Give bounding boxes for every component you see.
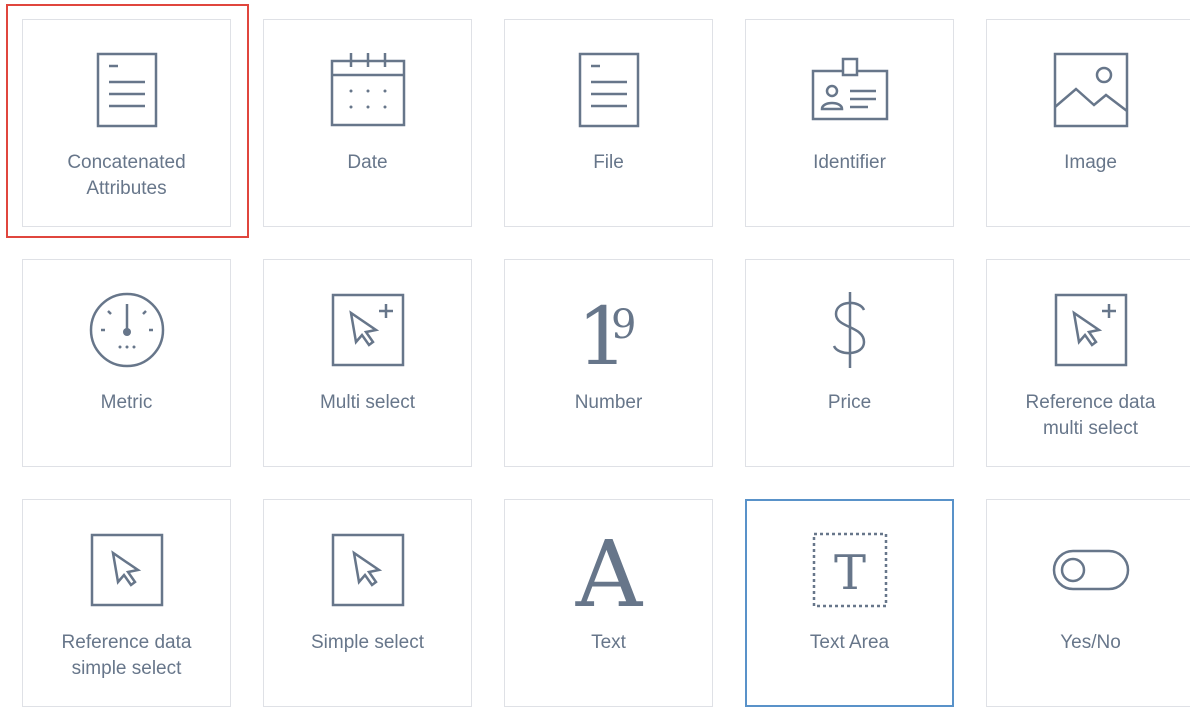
tile-label: File (593, 152, 624, 173)
tile-price[interactable]: Price (745, 259, 954, 467)
number-glyph-nine: 9 (611, 302, 636, 348)
cursor-icon (264, 530, 471, 610)
tile-file[interactable]: File (504, 19, 713, 227)
text-area-glyph: T (833, 545, 865, 601)
tile-label: Simple select (311, 632, 424, 653)
letter-a-icon: A (505, 530, 712, 610)
cursor-plus-icon (987, 290, 1190, 370)
text-area-icon: T (747, 530, 952, 610)
tile-label: Identifier (813, 152, 886, 173)
tile-date[interactable]: Date (263, 19, 472, 227)
gauge-icon (23, 290, 230, 370)
image-icon (987, 50, 1190, 130)
number-icon: 1 9 (505, 290, 712, 370)
tile-yes-no[interactable]: Yes/No (986, 499, 1190, 707)
tile-label: Yes/No (1060, 632, 1121, 653)
tile-multi-select[interactable]: Multi select (263, 259, 472, 467)
document-lines-icon (23, 50, 230, 130)
tile-label: Concatenated Attributes (67, 152, 186, 199)
cursor-icon (23, 530, 230, 610)
tile-label: Reference data simple select (61, 632, 192, 679)
tile-number[interactable]: 1 9 Number (504, 259, 713, 467)
cursor-plus-icon (264, 290, 471, 370)
tile-label: Reference data multi select (1025, 392, 1156, 439)
tile-label: Price (827, 392, 872, 413)
tile-simple-select[interactable]: Simple select (263, 499, 472, 707)
letter-a-glyph: A (574, 530, 643, 610)
tile-label: Multi select (319, 392, 416, 413)
calendar-icon (264, 50, 471, 130)
tile-metric[interactable]: Metric (22, 259, 231, 467)
tile-label: Text Area (809, 632, 890, 653)
tile-concatenated-attributes[interactable]: Concatenated Attributes (22, 19, 231, 227)
tile-label: Text (591, 632, 626, 653)
tile-label: Number (574, 392, 643, 413)
dollar-icon (746, 290, 953, 370)
tile-label: Date (347, 152, 388, 173)
tile-image[interactable]: Image (986, 19, 1190, 227)
tile-reference-data-simple-select[interactable]: Reference data simple select (22, 499, 231, 707)
tile-identifier[interactable]: Identifier (745, 19, 954, 227)
toggle-icon (987, 530, 1190, 610)
tile-reference-data-multi-select[interactable]: Reference data multi select (986, 259, 1190, 467)
tile-text-area[interactable]: T Text Area (745, 499, 954, 707)
file-icon (505, 50, 712, 130)
tile-label: Image (1064, 152, 1117, 173)
tile-label: Metric (100, 392, 153, 413)
tile-text[interactable]: A Text (504, 499, 713, 707)
id-badge-icon (746, 50, 953, 130)
